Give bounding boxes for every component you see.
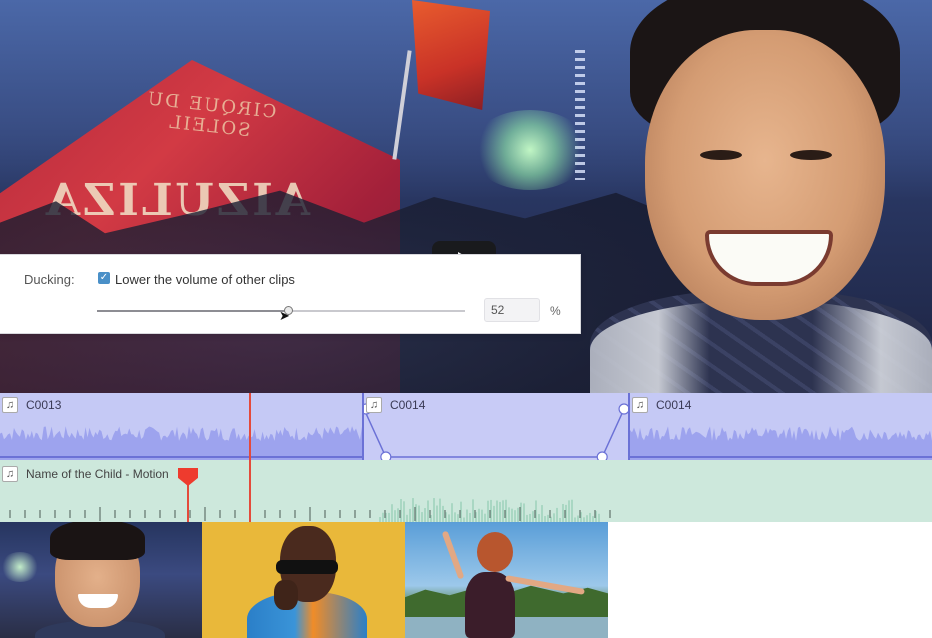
preview-lights bbox=[470, 110, 590, 190]
ducking-value-input[interactable]: 52 bbox=[484, 298, 540, 322]
music-track-waveform bbox=[9, 498, 611, 522]
waveform-shape bbox=[630, 426, 932, 460]
music-track-name: Name of the Child - Motion bbox=[26, 467, 169, 481]
audio-clip-2-name: C0014 bbox=[390, 398, 426, 412]
thumbnail-3-arm-raised bbox=[441, 530, 465, 580]
thumbnail-1-smile bbox=[78, 594, 118, 608]
ducking-checkbox[interactable]: ✓ bbox=[98, 272, 110, 284]
audio-clip-3-volume-line bbox=[630, 456, 932, 458]
audio-clip-3[interactable]: ♫ C0014 bbox=[630, 393, 932, 460]
music-note-icon: ♫ bbox=[366, 397, 382, 413]
audio-clip-2[interactable]: ♫ C0014 bbox=[364, 393, 630, 460]
thumbnail-1-hair bbox=[50, 522, 145, 560]
checkmark-icon: ✓ bbox=[99, 272, 109, 283]
audio-clip-3-name: C0014 bbox=[656, 398, 692, 412]
thumbnail-1-lights bbox=[0, 552, 40, 582]
audio-track: ♫ C0013 ♫ C0014 ♫ C0014 bbox=[0, 393, 932, 460]
thumbnail-2-sunglasses bbox=[276, 560, 338, 574]
ducking-unit: % bbox=[550, 304, 561, 318]
ducking-label: Ducking: bbox=[24, 272, 75, 287]
music-note-icon: ♫ bbox=[2, 397, 18, 413]
ducking-panel: Ducking: ✓ Lower the volume of other cli… bbox=[0, 254, 581, 334]
music-note-icon: ♫ bbox=[2, 466, 18, 482]
preview-flag bbox=[412, 0, 490, 110]
music-note-icon: ♫ bbox=[632, 397, 648, 413]
music-track[interactable]: ♫ Name of the Child - Motion bbox=[0, 460, 932, 522]
person-eye-right bbox=[790, 150, 832, 160]
thumbnail-2[interactable] bbox=[202, 522, 405, 638]
thumbnail-1[interactable] bbox=[0, 522, 202, 638]
audio-clip-1-volume-line bbox=[0, 456, 362, 458]
preview-person bbox=[590, 0, 932, 393]
ducking-checkbox-label[interactable]: Lower the volume of other clips bbox=[115, 272, 295, 287]
audio-clip-1[interactable]: ♫ C0013 bbox=[0, 393, 364, 460]
ducking-slider-fill bbox=[97, 310, 289, 312]
mouse-cursor-icon: ➤ bbox=[279, 308, 290, 323]
thumbnail-3-hair bbox=[477, 532, 513, 572]
playhead-line[interactable] bbox=[249, 393, 251, 522]
person-eye-left bbox=[700, 150, 742, 160]
waveform-shape bbox=[0, 426, 362, 460]
thumbnail-3-dancer bbox=[465, 572, 515, 638]
video-preview[interactable]: CIRQUE DU SOLEIL AIZULIZA bbox=[0, 0, 932, 393]
thumbnail-2-hand bbox=[274, 580, 298, 610]
audio-clip-1-name: C0013 bbox=[26, 398, 62, 412]
thumbnail-3[interactable] bbox=[405, 522, 608, 638]
